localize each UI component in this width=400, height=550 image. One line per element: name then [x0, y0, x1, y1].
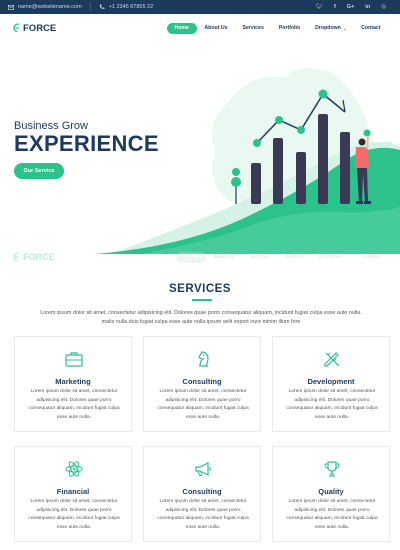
bar-4 [318, 114, 328, 204]
card-text: Lorem ipsum dolor sit amet, consectetur … [286, 389, 378, 420]
service-card-consulting[interactable]: Consulting Lorem ipsum dolor sit amet, c… [143, 336, 261, 432]
service-card-development[interactable]: Development Lorem ipsum dolor sit amet, … [272, 336, 390, 432]
service-card-consulting-2[interactable]: Consulting Lorem ipsum dolor sit amet, c… [143, 446, 261, 542]
mail-icon [8, 4, 14, 10]
logo-text: FORCE [23, 22, 57, 34]
atom-icon [65, 461, 83, 477]
hero-title: EXPERIENCE [14, 131, 159, 156]
nav-portfolio-label: Portfolio [278, 25, 301, 31]
nav-contact-label: Contact [361, 25, 381, 31]
card-title: Consulting [182, 487, 222, 496]
card-text: Lorem ipsum dolor sit amet, consectetur … [157, 389, 249, 420]
nav-about[interactable]: About Us [197, 23, 235, 34]
card-title: Marketing [55, 377, 91, 386]
facebook-icon[interactable]: f [334, 4, 336, 10]
nav-portfolio[interactable]: Portfolio [271, 23, 307, 34]
top-bar: name@websitename.com +1 2345 67855 22 🐦︎… [0, 0, 400, 14]
pencil-ruler-icon [324, 352, 340, 367]
service-card-quality[interactable]: Quality Lorem ipsum dolor sit amet, cons… [272, 446, 390, 542]
main-nav: Home About Us Services Portfolio Dropdow… [166, 22, 389, 34]
google-plus-icon[interactable]: G+ [347, 4, 355, 10]
our-service-button[interactable]: Our Service [14, 163, 64, 179]
ghost-nav-portfolio-label: Portfolio [284, 254, 304, 260]
service-card-financial[interactable]: Financial Lorem ipsum dolor sit amet, co… [14, 446, 132, 542]
our-service-label: Our Service [23, 168, 55, 174]
card-title: Development [307, 377, 355, 386]
ghost-brand-logo[interactable]: FORCE [12, 252, 55, 262]
linkedin-icon[interactable]: in [365, 4, 370, 10]
nav-contact[interactable]: Contact [354, 23, 388, 34]
card-text: Lorem ipsum dolor sit amet, consectetur … [28, 389, 120, 420]
ghost-logo-text: FORCE [23, 252, 55, 262]
nav-dropdown[interactable]: Dropdown ⌄ [308, 23, 354, 34]
dribbble-icon[interactable]: ◎ [381, 4, 386, 10]
tree-icon [231, 177, 241, 187]
card-title: Quality [318, 487, 344, 496]
bar-5 [340, 132, 350, 204]
bar-3 [296, 152, 306, 204]
nav-services-label: Services [242, 25, 264, 31]
service-card-marketing[interactable]: Marketing Lorem ipsum dolor sit amet, co… [14, 336, 132, 432]
briefcase-icon [65, 352, 83, 367]
ghost-nav-dropdown-label: Dropdown [318, 254, 343, 260]
nav-home-label: Home [174, 25, 189, 31]
twitter-icon[interactable]: 🐦︎ [316, 4, 323, 10]
card-text: Lorem ipsum dolor sit amet, consectetur … [28, 499, 120, 530]
phone-text: +1 2345 67855 22 [108, 4, 154, 10]
bar-2 [273, 138, 283, 204]
card-title: Financial [56, 487, 90, 496]
email-contact[interactable]: name@websitename.com [8, 4, 82, 10]
card-text: Lorem ipsum dolor sit amet, consectetur … [157, 499, 249, 530]
trophy-icon [324, 461, 340, 477]
chevron-down-icon: ⌄ [342, 25, 347, 31]
nav-about-label: About Us [204, 25, 228, 31]
ghost-nav-home[interactable]: Home [175, 251, 206, 263]
brand-logo[interactable]: FORCE [12, 23, 56, 34]
nav-dropdown-label: Dropdown [315, 25, 341, 31]
ghost-nav-services-label: Services [249, 254, 270, 260]
ghost-nav-contact[interactable]: Contact [355, 252, 388, 263]
megaphone-icon [195, 462, 211, 476]
nav-home[interactable]: Home [166, 22, 197, 34]
ghost-nav-dropdown[interactable]: Dropdown ⌄ [311, 252, 355, 263]
ghost-nav-about-label: About Us [213, 254, 235, 260]
card-text: Lorem ipsum dolor sit amet, consectetur … [286, 499, 378, 530]
chess-knight-icon [198, 351, 209, 367]
ghost-nav-contact-label: Contact [362, 254, 381, 260]
ghost-chevron-down-icon: ⌄ [344, 254, 348, 260]
ghost-nav-portfolio[interactable]: Portfolio [277, 252, 311, 263]
hero-section: Business Grow EXPERIENCE Our Service [0, 42, 400, 254]
ghost-nav-services[interactable]: Services [242, 252, 277, 263]
social-links: 🐦︎ f G+ in ◎ [316, 4, 386, 10]
main-header: FORCE Home About Us Services Portfolio D… [0, 14, 400, 42]
ghost-nav-home-label: Home [183, 254, 198, 260]
phone-contact[interactable]: +1 2345 67855 22 [99, 4, 154, 10]
services-heading: SERVICES [169, 283, 231, 295]
bar-1 [251, 163, 261, 204]
ghost-nav-about[interactable]: About Us [206, 252, 242, 263]
services-description: Lorem ipsum dolor sit amet, consectetur … [40, 310, 362, 325]
sticky-header-ghost: FORCE Home About Us Services Portfolio D… [0, 250, 400, 264]
logo-mark-icon [13, 23, 20, 33]
ghost-logo-mark-icon [13, 252, 20, 262]
ghost-nav: Home About Us Services Portfolio Dropdow… [175, 251, 388, 263]
nav-services[interactable]: Services [235, 23, 271, 34]
email-text: name@websitename.com [18, 4, 82, 10]
phone-icon [99, 4, 105, 10]
card-title: Consulting [182, 377, 222, 386]
heading-underline [192, 299, 212, 301]
topbar-divider [89, 3, 91, 11]
